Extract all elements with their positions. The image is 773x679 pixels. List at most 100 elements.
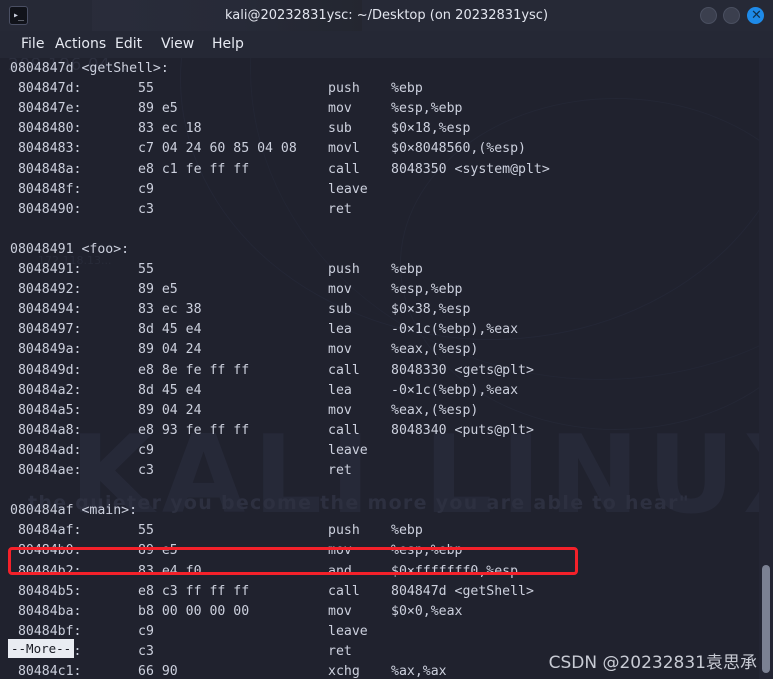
instruction-mnemonic: ret: [328, 643, 352, 659]
instruction-address: 804849a:: [10, 342, 82, 358]
scrollbar-thumb[interactable]: [762, 565, 770, 673]
instruction-operands: $0×38,%esp: [391, 302, 471, 318]
disassembly-instruction-row: 8048497: 8d 45 e4 lea -0×1c(%ebp),%eax: [10, 319, 518, 340]
instruction-address: 8048494:: [10, 302, 82, 318]
terminal-content[interactable]: 209.196.04... 172.118.13... KALI LINUX t…: [0, 58, 773, 679]
instruction-bytes: c3: [138, 463, 154, 478]
instruction-mnemonic: call: [328, 422, 360, 438]
menu-item-actions[interactable]: Actions: [48, 31, 113, 58]
disassembly-instruction-row: 8048490: c3 ret: [10, 199, 391, 220]
instruction-mnemonic: push: [328, 523, 360, 539]
instruction-operands: %esp,%ebp: [391, 543, 463, 559]
instruction-address: 80484c1:: [10, 664, 82, 679]
maximize-button[interactable]: [723, 7, 740, 24]
instruction-mnemonic: and: [328, 563, 352, 579]
disassembly-instruction-row: 80484a5: 89 04 24 mov %eax,(%esp): [10, 400, 478, 421]
instruction-operands: -0×1c(%ebp),%eax: [391, 322, 519, 338]
instruction-address: 80484ba:: [10, 603, 82, 619]
instruction-bytes: 55: [138, 523, 154, 539]
title-bar[interactable]: ▸_ kali@20232831ysc: ~/Desktop (on 20232…: [0, 0, 773, 32]
instruction-mnemonic: push: [328, 262, 360, 277]
disassembly-instruction-row: 804848a: e8 c1 fe ff ff call 8048350 <syste…: [10, 159, 550, 180]
instruction-address: 80484a5:: [10, 402, 82, 418]
instruction-address: 804848f:: [10, 181, 82, 197]
menu-item-help[interactable]: Help: [205, 31, 251, 58]
instruction-mnemonic: mov: [328, 603, 352, 619]
instruction-bytes: c9: [138, 181, 154, 197]
instruction-operands: %esp,%ebp: [391, 101, 463, 117]
instruction-address: 80484b0:: [10, 543, 82, 559]
minimize-button[interactable]: [700, 7, 717, 24]
instruction-mnemonic: ret: [328, 463, 352, 478]
instruction-mnemonic: call: [328, 583, 360, 599]
instruction-operands: $0×8048560,(%esp): [391, 141, 526, 157]
disassembly-output: 0804847d <getShell>: 804847d: 55 push %ebp …: [0, 58, 773, 679]
instruction-mnemonic: movl: [328, 141, 360, 157]
instruction-bytes: c9: [138, 442, 154, 458]
disassembly-instruction-row: 8048492: 89 e5 mov %esp,%ebp: [10, 279, 463, 300]
disassembly-instruction-row: 80484ba: b8 00 00 00 00 mov $0×0,%eax: [10, 601, 463, 622]
instruction-mnemonic: leave: [328, 181, 368, 197]
instruction-bytes: 89 e5: [138, 282, 178, 298]
close-button[interactable]: ✕: [747, 7, 764, 24]
disassembly-instruction-row: 8048491: 55 push %ebp: [10, 259, 423, 280]
instruction-operands: %eax,(%esp): [391, 342, 479, 358]
instruction-mnemonic: mov: [328, 543, 352, 559]
instruction-operands: $0×18,%esp: [391, 121, 471, 137]
instruction-address: 804848a:: [10, 161, 82, 177]
instruction-bytes: 55: [138, 262, 154, 277]
disassembly-instruction-row: 80484c1: 66 90 xchg %ax,%ax: [10, 661, 447, 679]
disassembly-section-header: 08048491 <foo>:: [10, 241, 130, 257]
instruction-operands: 804847d <getShell>: [391, 583, 534, 599]
instruction-operands: $0×0,%eax: [391, 603, 463, 619]
scrollbar-track[interactable]: [759, 58, 773, 679]
instruction-operands: %ebp: [391, 523, 423, 539]
instruction-mnemonic: mov: [328, 282, 352, 298]
disassembly-section-header: 0804847d <getShell>:: [10, 61, 169, 76]
close-icon: ✕: [751, 8, 762, 23]
instruction-address: 80484b5:: [10, 583, 82, 599]
disassembly-instruction-row: 80484a2: 8d 45 e4 lea -0×1c(%ebp),%eax: [10, 380, 518, 401]
instruction-mnemonic: push: [328, 81, 360, 97]
instruction-mnemonic: lea: [328, 322, 352, 338]
window-title: kali@20232831ysc: ~/Desktop (on 20232831…: [224, 8, 549, 23]
disassembly-instruction-row: 80484af: 55 push %ebp: [10, 520, 423, 541]
instruction-bytes: e8 93 fe ff ff: [138, 422, 250, 438]
menu-item-file[interactable]: File: [14, 31, 51, 58]
instruction-bytes: 89 e5: [138, 101, 178, 117]
instruction-operands: 8048340 <puts@plt>: [391, 422, 534, 438]
instruction-bytes: e8 8e fe ff ff: [138, 362, 250, 378]
disassembly-instruction-row: 80484ae: c3 ret: [10, 460, 391, 481]
instruction-address: 8048490:: [10, 201, 82, 217]
disassembly-instruction-row: 80484b5: e8 c3 ff ff ff call 804847d <getSh…: [10, 581, 534, 602]
instruction-address: 8048483:: [10, 141, 82, 157]
disassembly-instruction-row: 80484ad: c9 leave: [10, 440, 391, 461]
more-pager-prompt[interactable]: --More--: [8, 639, 75, 658]
csdn-watermark: CSDN @20232831袁思承: [548, 653, 757, 673]
menu-item-edit[interactable]: Edit: [108, 31, 149, 58]
terminal-window: ▸_ kali@20232831ysc: ~/Desktop (on 20232…: [0, 0, 773, 679]
instruction-bytes: 83 ec 18: [138, 121, 202, 137]
instruction-mnemonic: lea: [328, 382, 352, 398]
instruction-bytes: c3: [138, 643, 154, 659]
disassembly-instruction-row: 80484b0: 89 e5 mov %esp,%ebp: [10, 540, 463, 561]
instruction-address: 804847d:: [10, 81, 82, 97]
instruction-address: 80484ae:: [10, 463, 82, 478]
instruction-bytes: c3: [138, 201, 154, 217]
disassembly-instruction-row: 804847d: 55 push %ebp: [10, 78, 423, 99]
menu-item-view[interactable]: View: [154, 31, 201, 58]
instruction-bytes: c9: [138, 623, 154, 639]
instruction-operands: %ax,%ax: [391, 664, 447, 679]
instruction-bytes: 89 e5: [138, 543, 178, 559]
disassembly-instruction-row: 804849a: 89 04 24 mov %eax,(%esp): [10, 339, 478, 360]
instruction-mnemonic: xchg: [328, 664, 360, 679]
disassembly-instruction-row: 80484b2: 83 e4 f0 and $0×fffffff0,%esp: [10, 561, 518, 582]
disassembly-instruction-row: 804848f: c9 leave: [10, 179, 391, 200]
instruction-operands: -0×1c(%ebp),%eax: [391, 382, 519, 398]
instruction-operands: %ebp: [391, 81, 423, 97]
instruction-mnemonic: mov: [328, 342, 352, 358]
disassembly-instruction-row: 8048494: 83 ec 38 sub $0×38,%esp: [10, 299, 470, 320]
instruction-address: 80484a2:: [10, 382, 82, 398]
disassembly-instruction-row: 8048483: c7 04 24 60 85 04 08 movl $0×80485…: [10, 138, 526, 159]
instruction-bytes: 8d 45 e4: [138, 322, 202, 338]
